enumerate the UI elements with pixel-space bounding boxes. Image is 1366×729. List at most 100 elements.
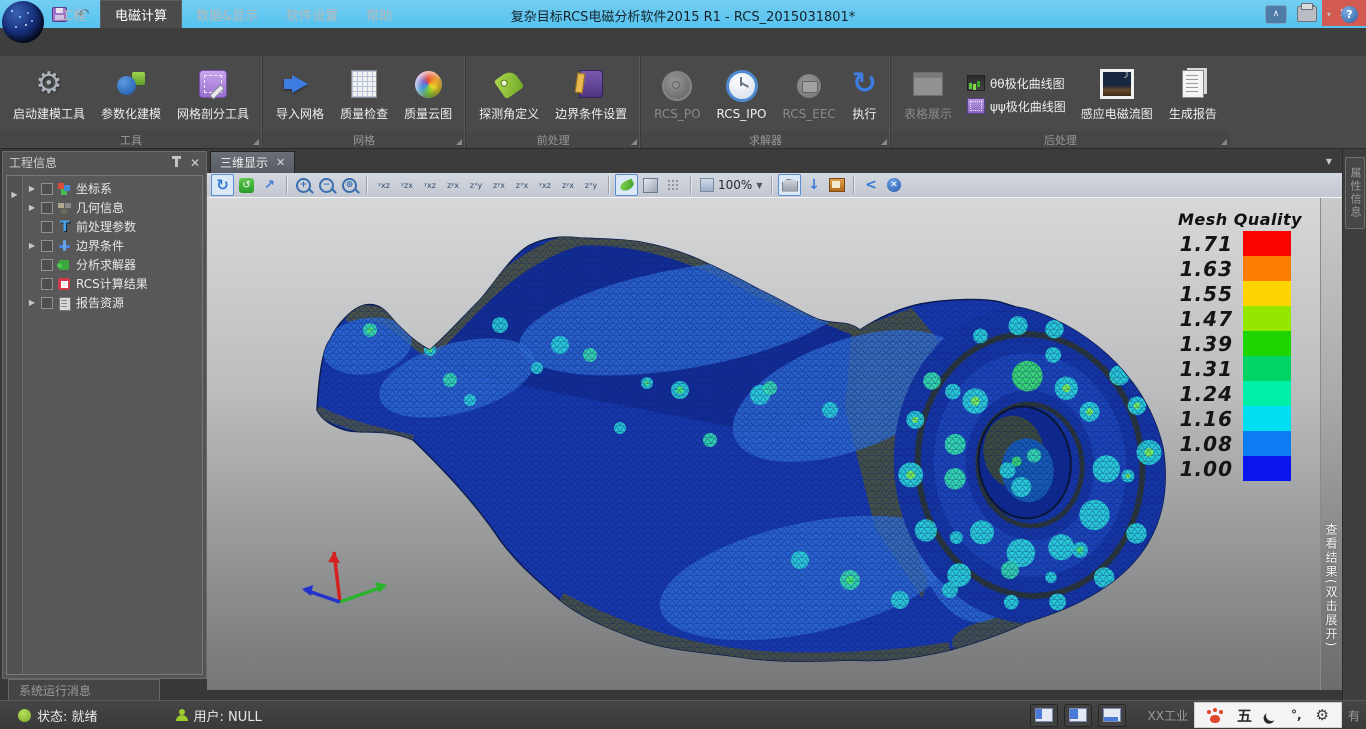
zoom-in-icon[interactable]: + — [293, 175, 314, 195]
expand-icon[interactable]: ▶ — [27, 241, 37, 250]
view-orientation-10-icon[interactable]: zˣy — [580, 175, 602, 195]
launch-modeling-tool-button[interactable]: 启动建模工具 — [6, 65, 92, 124]
collapse-ribbon-icon[interactable]: ∧ — [1265, 5, 1287, 24]
share-view-icon[interactable] — [860, 175, 881, 195]
tab-3d-display[interactable]: 三维显示 ✕ — [210, 151, 295, 173]
view-orientation-3-icon[interactable]: ʸxz — [419, 175, 441, 195]
zoom-level-caret-icon: ▼ — [756, 181, 762, 190]
axis-triad — [302, 552, 387, 602]
dialog-launcher-icon[interactable] — [456, 139, 462, 145]
menu-tab-数据&显示[interactable]: 数据&显示 — [182, 0, 272, 28]
tab-close-icon[interactable]: ✕ — [276, 156, 285, 169]
boundary-condition-button[interactable]: 边界条件设置 — [548, 65, 634, 124]
help-icon[interactable]: ? — [1341, 6, 1358, 23]
legend-row: 1.00 — [1165, 456, 1315, 481]
pin-icon[interactable] — [175, 159, 178, 167]
render-shaded-icon[interactable] — [640, 175, 661, 195]
tree-item-RCS计算结果[interactable]: RCS计算结果 — [23, 274, 202, 293]
panel-close-icon[interactable]: ✕ — [190, 156, 200, 170]
tree-checkbox[interactable] — [41, 183, 53, 195]
probe-angle-button[interactable]: 探测角定义 — [472, 65, 546, 124]
generate-report-button[interactable]: 生成报告 — [1162, 65, 1224, 124]
layout-bottom-pane-button[interactable] — [1098, 704, 1126, 727]
expand-icon[interactable]: ▶ — [27, 203, 37, 212]
tree-checkbox[interactable] — [41, 240, 53, 252]
run-button[interactable]: 执行 — [845, 65, 884, 124]
quality-cloud-button[interactable]: 质量云图 — [397, 65, 459, 124]
mesh-partition-tool-button[interactable]: 网格剖分工具 — [170, 65, 256, 124]
capture-image-icon[interactable] — [826, 175, 847, 195]
dialog-launcher-icon[interactable] — [631, 139, 637, 145]
status-text: 状态: 就绪 — [37, 706, 98, 725]
property-info-tab[interactable]: 属性信息 — [1345, 157, 1365, 229]
zoom-out-icon[interactable]: − — [316, 175, 337, 195]
view-orientation-8-icon[interactable]: ʸxz — [534, 175, 556, 195]
view-orientation-9-icon[interactable]: zʸx — [557, 175, 579, 195]
gridcheck-icon — [351, 70, 377, 98]
rcs-ipo-button[interactable]: RCS_IPO — [710, 67, 774, 123]
psi-polarization-curve-button[interactable]: ψψ极化曲线图 — [967, 98, 1066, 115]
view-orientation-5-icon[interactable]: zˣy — [465, 175, 487, 195]
ime-settings-icon[interactable] — [1316, 706, 1329, 724]
induction-current-map-button[interactable]: 感应电磁流图 — [1074, 65, 1160, 124]
rotate-tool-icon[interactable] — [211, 174, 234, 196]
layout-two-pane-button[interactable] — [1064, 704, 1092, 727]
dialog-launcher-icon[interactable] — [881, 139, 887, 145]
orbit-tool-icon[interactable] — [236, 175, 257, 195]
tree-item-几何信息[interactable]: ▶几何信息 — [23, 198, 202, 217]
ime-wubi-mode[interactable]: 五 — [1237, 705, 1252, 726]
view-orientation-6-icon[interactable]: zʸx — [488, 175, 510, 195]
tree-item-坐标系[interactable]: ▶坐标系 — [23, 179, 202, 198]
quality-check-button[interactable]: 质量检查 — [333, 65, 395, 124]
render-smooth-icon[interactable] — [615, 174, 638, 196]
expand-icon[interactable]: ▶ — [27, 184, 37, 193]
tree-checkbox[interactable] — [41, 297, 53, 309]
render-wireframe-icon[interactable] — [663, 175, 684, 195]
printer-icon[interactable] — [1297, 6, 1317, 22]
ime-fullhalf-icon[interactable] — [1265, 708, 1278, 721]
tree-checkbox[interactable] — [41, 202, 53, 214]
layout-one-pane-button[interactable] — [1030, 704, 1058, 727]
tree-checkbox[interactable] — [41, 221, 53, 233]
ime-punctuation-mode[interactable]: °, — [1291, 708, 1302, 722]
import-view-icon[interactable] — [803, 175, 824, 195]
tree-item-分析求解器[interactable]: 分析求解器 — [23, 255, 202, 274]
zoom-level-value: 100% — [718, 178, 752, 192]
tree-item-前处理参数[interactable]: 前处理参数 — [23, 217, 202, 236]
tree-item-报告资源[interactable]: ▶报告资源 — [23, 293, 202, 312]
3d-viewport[interactable]: Mesh Quality 1.711.631.551.471.391.311.2… — [207, 198, 1320, 690]
view-orientation-2-icon[interactable]: ʸzx — [396, 175, 418, 195]
view-orientation-7-icon[interactable]: zˣx — [511, 175, 533, 195]
solver-icon — [57, 258, 72, 272]
ime-logo-icon[interactable] — [1207, 708, 1223, 723]
import-mesh-button[interactable]: 导入网格 — [269, 65, 331, 124]
dialog-launcher-icon[interactable] — [253, 139, 259, 145]
clip-plane-icon[interactable] — [778, 174, 801, 196]
menu-tab-电磁计算[interactable]: 电磁计算 — [100, 0, 182, 28]
parametric-modeling-button[interactable]: 参数化建模 — [94, 65, 168, 124]
view-results-tab[interactable]: 查看结果(双击展开) — [1320, 198, 1342, 690]
view-orientation-1-icon[interactable]: ʸxz — [373, 175, 395, 195]
tabbar-dropdown-icon[interactable]: ▼ — [1326, 157, 1332, 166]
system-messages-tab[interactable]: 系统运行消息 — [8, 679, 160, 700]
ime-toolbar[interactable]: 五 °, — [1194, 702, 1342, 728]
tree-item-边界条件[interactable]: ▶边界条件 — [23, 236, 202, 255]
document-tab-bar: 三维显示 ✕ ▼ — [207, 149, 1342, 174]
menu-tab-软件设置[interactable]: 软件设置 — [272, 0, 352, 28]
rail-expand-icon[interactable]: ▶ — [11, 190, 17, 199]
menu-tab-工程[interactable]: 工程 — [46, 0, 100, 28]
close-view-icon[interactable]: ✕ — [883, 175, 904, 195]
tree-checkbox[interactable] — [41, 259, 53, 271]
menu-tab-帮助[interactable]: 帮助 — [352, 0, 406, 28]
theta-polarization-curve-button[interactable]: θθ极化曲线图 — [967, 75, 1066, 92]
view-orientation-4-icon[interactable]: zʸx — [442, 175, 464, 195]
dialog-launcher-icon[interactable] — [1221, 139, 1227, 145]
coord-icon — [57, 182, 72, 196]
expand-icon[interactable]: ▶ — [27, 298, 37, 307]
zoom-window-icon[interactable]: ⊕ — [339, 175, 360, 195]
zoom-level-dropdown[interactable]: 100% ▼ — [700, 178, 762, 192]
printer-dropdown-icon[interactable]: ▾ — [1327, 10, 1331, 19]
pan-tool-icon[interactable] — [259, 175, 280, 195]
tree-checkbox[interactable] — [41, 278, 53, 290]
mesh-model[interactable] — [207, 198, 1320, 690]
